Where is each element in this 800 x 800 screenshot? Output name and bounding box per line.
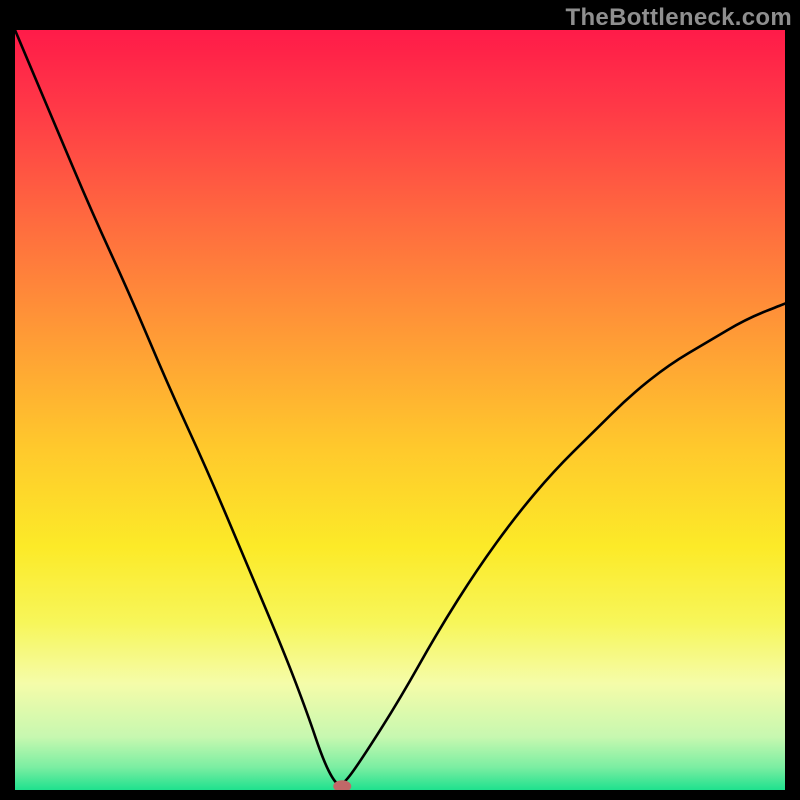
watermark-text: TheBottleneck.com — [566, 4, 792, 32]
gradient-background — [15, 30, 785, 790]
plot-area — [15, 30, 785, 790]
chart-svg — [15, 30, 785, 790]
chart-frame: TheBottleneck.com — [0, 0, 800, 800]
